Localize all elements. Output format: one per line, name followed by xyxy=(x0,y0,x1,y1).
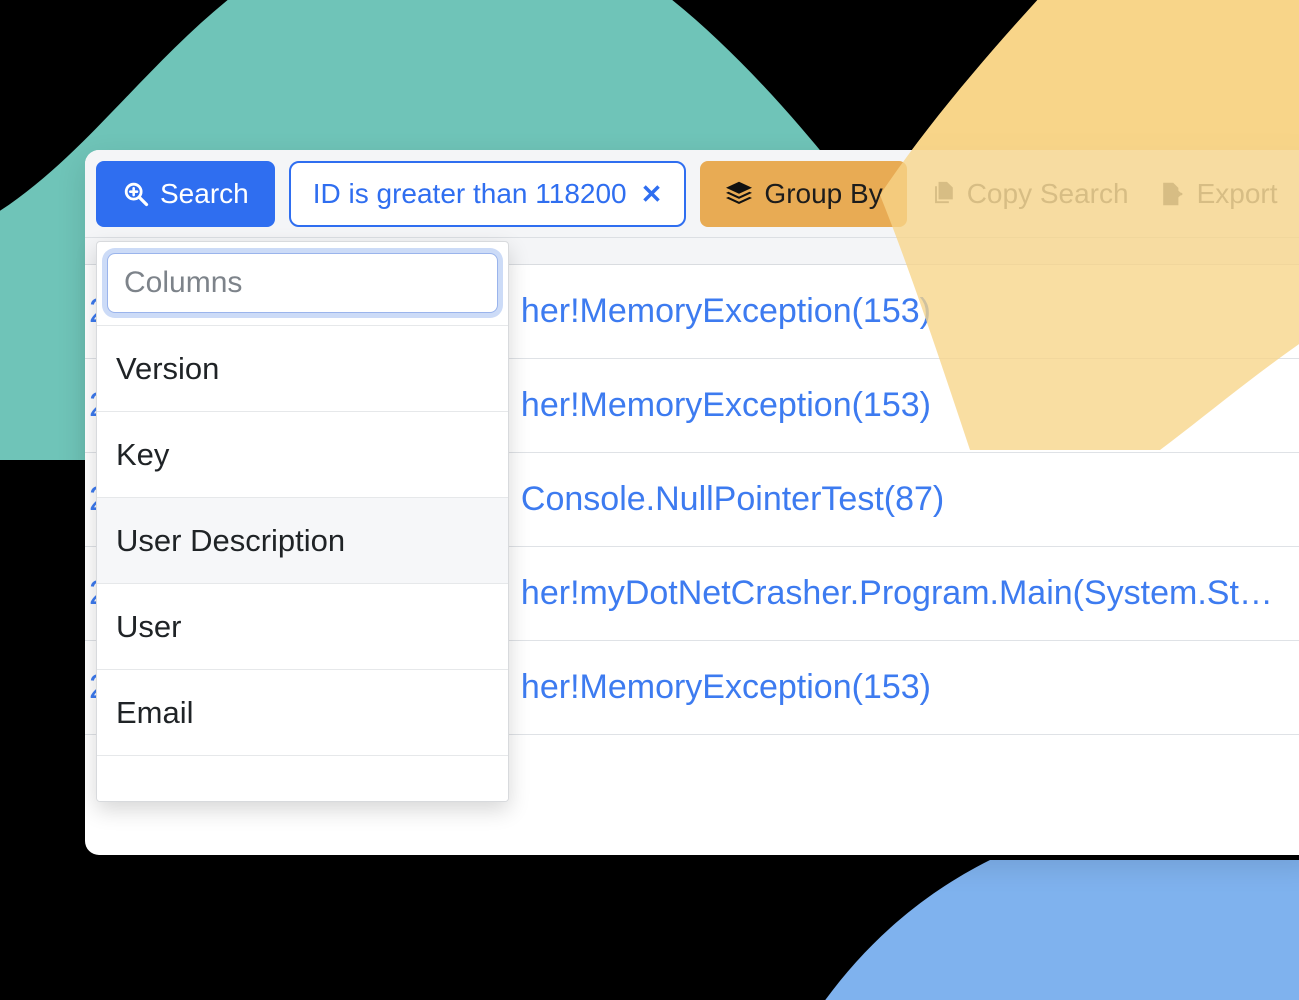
copy-search-button[interactable]: Copy Search xyxy=(921,161,1137,227)
group-by-button-label: Group By xyxy=(764,177,883,209)
dropdown-item-user-description[interactable]: User Description xyxy=(97,497,508,583)
dropdown-item-label: Version xyxy=(116,350,220,386)
columns-dropdown: Version Key User Description User Email xyxy=(96,241,509,802)
search-button[interactable]: Search xyxy=(96,160,275,227)
blue-blob-decoration xyxy=(825,860,1299,1000)
dropdown-item-label: User xyxy=(116,608,182,644)
filter-chip-label: ID is greater than 118200 xyxy=(312,177,627,209)
dropdown-item-partial[interactable] xyxy=(97,755,508,801)
filter-chip[interactable]: ID is greater than 118200 ✕ xyxy=(288,160,687,227)
row-signature-cell[interactable]: her!MemoryException(153) xyxy=(521,386,931,425)
dropdown-item-key[interactable]: Key xyxy=(97,411,508,497)
row-signature-cell[interactable]: her!myDotNetCrasher.Program.Main(System.… xyxy=(521,574,1273,613)
dropdown-item-label: Email xyxy=(116,694,194,730)
group-by-button[interactable]: Group By xyxy=(700,160,907,227)
export-button[interactable]: Export xyxy=(1151,161,1286,227)
row-signature-cell[interactable]: her!MemoryException(153) xyxy=(521,292,931,331)
copy-icon xyxy=(929,180,957,208)
copy-search-button-label: Copy Search xyxy=(966,177,1129,209)
search-button-label: Search xyxy=(160,177,249,209)
dropdown-item-label: Key xyxy=(116,436,170,472)
layers-icon xyxy=(724,179,754,209)
dropdown-item-email[interactable]: Email xyxy=(97,669,508,755)
dropdown-item-version[interactable]: Version xyxy=(97,325,508,411)
row-signature-cell[interactable]: Console.NullPointerTest(87) xyxy=(521,480,944,519)
dropdown-item-user[interactable]: User xyxy=(97,583,508,669)
screenshot-stage: Search ID is greater than 118200 ✕ Group… xyxy=(0,0,1299,1000)
close-icon[interactable]: ✕ xyxy=(641,181,663,207)
columns-search-wrapper xyxy=(97,242,508,325)
columns-search-input[interactable] xyxy=(107,253,498,313)
zoom-in-icon xyxy=(122,180,150,208)
row-signature-cell[interactable]: her!MemoryException(153) xyxy=(521,668,931,707)
toolbar: Search ID is greater than 118200 ✕ Group… xyxy=(85,150,1299,238)
file-export-icon xyxy=(1159,180,1187,208)
export-button-label: Export xyxy=(1196,177,1278,209)
dropdown-item-label: User Description xyxy=(116,522,346,558)
